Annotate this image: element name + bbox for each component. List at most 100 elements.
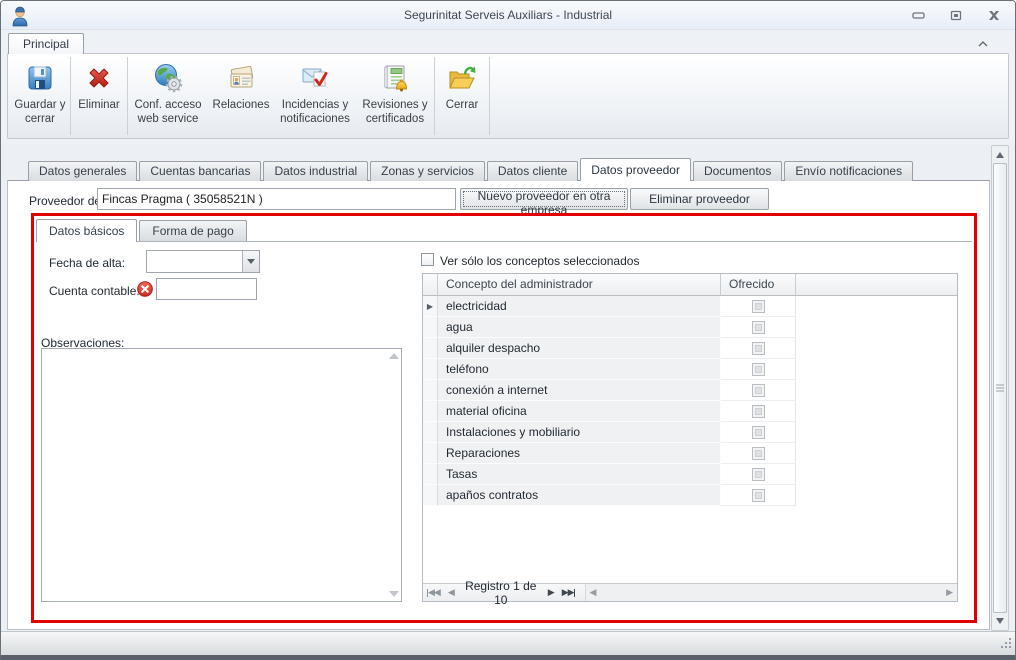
fecha-alta-combo[interactable] — [146, 250, 260, 273]
table-row[interactable]: Instalaciones y mobiliario — [423, 422, 957, 443]
concepto-cell[interactable]: Instalaciones y mobiliario — [438, 422, 721, 443]
relations-button[interactable]: Relaciones — [208, 55, 274, 137]
tab-page-datos-proveedor: Proveedor de: Nuevo proveedor en otra em… — [7, 180, 990, 630]
cuenta-contable-label: Cuenta contable: — [49, 284, 140, 298]
ofrecido-checkbox[interactable] — [752, 405, 765, 418]
scrollbar-down-icon[interactable] — [992, 613, 1008, 629]
concepto-cell[interactable]: electricidad — [438, 296, 721, 317]
vertical-scrollbar[interactable] — [991, 145, 1009, 631]
filter-selected-checkbox[interactable] — [421, 253, 434, 266]
tab-datos-industrial[interactable]: Datos industrial — [263, 161, 368, 181]
restore-button[interactable] — [949, 9, 963, 21]
table-row[interactable]: conexión a internet — [423, 380, 957, 401]
next-record-icon[interactable]: ▶ — [544, 587, 558, 598]
scroll-up-icon[interactable] — [389, 353, 399, 359]
ofrecido-cell[interactable] — [721, 485, 796, 506]
ofrecido-cell[interactable] — [721, 422, 796, 443]
ribbon-collapse-icon[interactable] — [977, 37, 989, 46]
subtab-datos-basicos[interactable]: Datos básicos — [36, 219, 137, 242]
save-close-button[interactable]: Guardar y cerrar — [10, 55, 70, 137]
table-row[interactable]: Tasas — [423, 464, 957, 485]
scroll-right-icon[interactable]: ▶ — [946, 587, 953, 598]
ofrecido-checkbox[interactable] — [752, 363, 765, 376]
ofrecido-cell[interactable] — [721, 317, 796, 338]
table-row[interactable]: Reparaciones — [423, 443, 957, 464]
delete-button[interactable]: Eliminar — [71, 55, 127, 137]
tab-datos-cliente[interactable]: Datos cliente — [487, 161, 578, 181]
status-bar — [1, 631, 1015, 655]
folder-arrow-icon — [446, 62, 478, 94]
ofrecido-cell[interactable] — [721, 464, 796, 485]
table-row[interactable]: agua — [423, 317, 957, 338]
delete-label: Eliminar — [78, 99, 120, 113]
table-row[interactable]: ▶ electricidad — [423, 296, 957, 317]
concepto-cell[interactable]: Tasas — [438, 464, 721, 485]
scroll-down-icon[interactable] — [389, 591, 399, 597]
ribbon: Principal Guardar y cerrar — [1, 30, 1015, 144]
close-form-button[interactable]: Cerrar — [435, 55, 489, 137]
ofrecido-cell[interactable] — [721, 443, 796, 464]
grid-column-concepto[interactable]: Concepto del administrador — [438, 274, 721, 296]
tab-documentos[interactable]: Documentos — [693, 161, 782, 181]
concepto-cell[interactable]: conexión a internet — [438, 380, 721, 401]
grid-horizontal-scrollbar[interactable]: ◀ ▶ — [585, 584, 957, 601]
incidents-notifications-button[interactable]: Incidencias y notificaciones — [274, 55, 356, 137]
scroll-left-icon[interactable]: ◀ — [590, 587, 597, 598]
contact-cards-icon — [225, 62, 257, 94]
toolbar-separator — [489, 57, 490, 135]
provider-data-panel: Datos básicos Forma de pago Fecha de alt… — [31, 213, 977, 623]
ofrecido-checkbox[interactable] — [752, 300, 765, 313]
ofrecido-checkbox[interactable] — [752, 426, 765, 439]
grid-column-ofrecido[interactable]: Ofrecido — [721, 274, 796, 296]
first-record-icon[interactable]: ◀◀ — [423, 587, 444, 598]
table-row[interactable]: teléfono — [423, 359, 957, 380]
concepto-cell[interactable]: teléfono — [438, 359, 721, 380]
scrollbar-up-icon[interactable] — [992, 147, 1008, 163]
ofrecido-cell[interactable] — [721, 296, 796, 317]
last-record-icon[interactable]: ▶▶ — [558, 587, 579, 598]
concepto-cell[interactable]: agua — [438, 317, 721, 338]
tab-envio-notificaciones[interactable]: Envío notificaciones — [784, 161, 913, 181]
delete-provider-button[interactable]: Eliminar proveedor — [630, 188, 769, 210]
tab-datos-proveedor[interactable]: Datos proveedor — [580, 158, 691, 181]
ofrecido-cell[interactable] — [721, 338, 796, 359]
ofrecido-checkbox[interactable] — [752, 489, 765, 502]
concepto-cell[interactable]: Reparaciones — [438, 443, 721, 464]
fecha-alta-dropdown-button[interactable] — [242, 251, 259, 272]
provider-subtabs: Datos básicos Forma de pago — [36, 219, 972, 242]
concepto-cell[interactable]: alquiler despacho — [438, 338, 721, 359]
observaciones-textarea[interactable] — [41, 348, 402, 602]
webservice-config-button[interactable]: Conf. acceso web service — [128, 55, 208, 137]
ofrecido-checkbox[interactable] — [752, 342, 765, 355]
tab-datos-generales[interactable]: Datos generales — [28, 161, 137, 181]
tab-zonas-servicios[interactable]: Zonas y servicios — [370, 161, 485, 181]
ribbon-tab-principal[interactable]: Principal — [8, 33, 84, 54]
ofrecido-checkbox[interactable] — [752, 384, 765, 397]
subtab-forma-pago[interactable]: Forma de pago — [139, 220, 246, 241]
table-row[interactable]: alquiler despacho — [423, 338, 957, 359]
table-row[interactable]: apaños contratos — [423, 485, 957, 506]
close-button[interactable] — [987, 9, 1001, 21]
window-title: Segurinitat Serveis Auxiliars - Industri… — [121, 8, 895, 22]
resize-grip[interactable] — [999, 636, 1012, 652]
ofrecido-checkbox[interactable] — [752, 468, 765, 481]
concepto-cell[interactable]: apaños contratos — [438, 485, 721, 506]
concepto-cell[interactable]: material oficina — [438, 401, 721, 422]
ofrecido-checkbox[interactable] — [752, 321, 765, 334]
revisions-certificates-button[interactable]: Revisiones y certificados — [356, 55, 434, 137]
scrollbar-thumb[interactable] — [993, 163, 1007, 613]
minimize-button[interactable] — [911, 9, 925, 21]
cuenta-contable-input[interactable] — [156, 278, 257, 300]
ofrecido-cell[interactable] — [721, 380, 796, 401]
close-form-label: Cerrar — [446, 99, 479, 113]
new-provider-button[interactable]: Nuevo proveedor en otra empresa — [460, 188, 628, 210]
tab-cuentas-bancarias[interactable]: Cuentas bancarias — [139, 161, 261, 181]
ofrecido-cell[interactable] — [721, 359, 796, 380]
previous-record-icon[interactable]: ◀ — [444, 587, 458, 598]
provider-label: Proveedor de: — [29, 194, 104, 208]
table-row[interactable]: material oficina — [423, 401, 957, 422]
ofrecido-checkbox[interactable] — [752, 447, 765, 460]
row-indicator-arrow-icon: ▶ — [423, 296, 438, 317]
provider-input[interactable] — [97, 188, 456, 210]
ofrecido-cell[interactable] — [721, 401, 796, 422]
